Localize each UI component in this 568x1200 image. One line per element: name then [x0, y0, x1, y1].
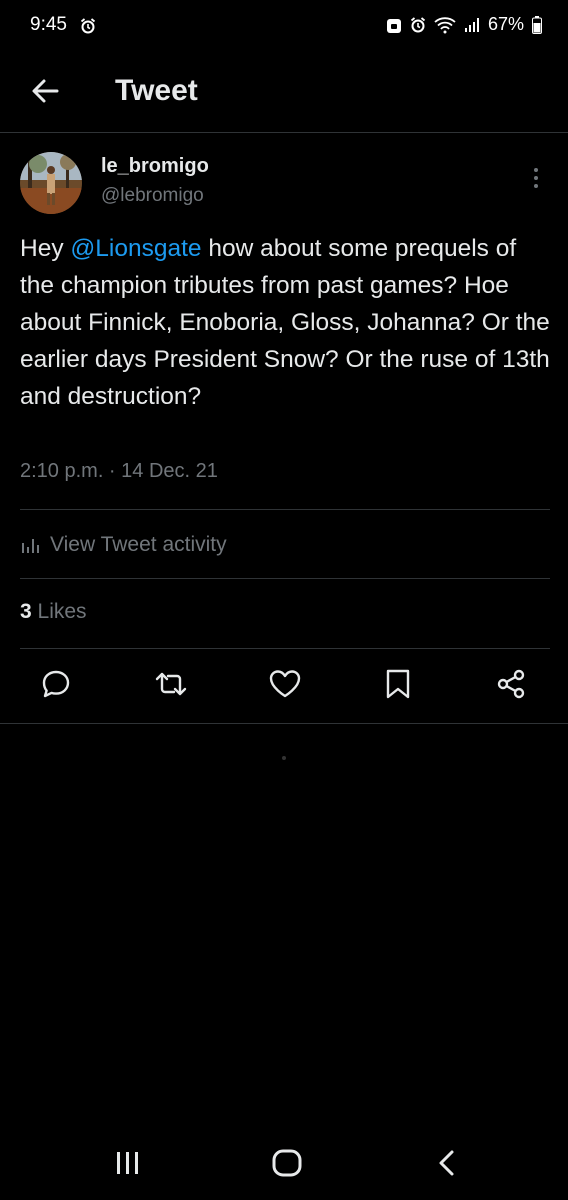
divider: [20, 578, 550, 579]
tweet-timestamp: 2:10 p.m. · 14 Dec. 21: [20, 460, 218, 482]
alarm-icon: [410, 16, 426, 32]
loading-dot: [282, 756, 286, 760]
reply-icon[interactable]: [38, 666, 74, 702]
tweet-text: Hey @Lionsgate how about some prequels o…: [20, 230, 550, 415]
battery-percent: 67%: [487, 14, 524, 34]
back-nav-icon[interactable]: [434, 1148, 460, 1178]
tweet-action-bar: [0, 666, 568, 708]
avatar[interactable]: [20, 152, 82, 214]
status-time: 9:45: [30, 14, 67, 35]
like-heart-icon[interactable]: [267, 666, 303, 702]
page-title: Tweet: [115, 74, 198, 107]
divider: [20, 648, 550, 649]
likes-label: Likes: [37, 600, 87, 623]
status-icons: 67%: [386, 14, 542, 35]
avatar-image: [20, 152, 82, 214]
mention-link[interactable]: @Lionsgate: [70, 235, 201, 262]
top-app-bar: Tweet: [0, 56, 568, 133]
home-icon[interactable]: [270, 1148, 304, 1178]
signal-icon: [464, 17, 479, 32]
likes-count[interactable]: 3 Likes: [20, 600, 87, 624]
recent-apps-icon[interactable]: [114, 1148, 142, 1178]
author-display-name[interactable]: le_bromigo: [101, 155, 209, 178]
tweet-text-start: Hey: [20, 235, 71, 262]
bookmark-icon[interactable]: [380, 666, 416, 702]
more-options-icon[interactable]: [526, 164, 546, 192]
retweet-icon[interactable]: [153, 666, 189, 702]
back-arrow-icon[interactable]: [30, 76, 60, 106]
view-tweet-activity-button[interactable]: View Tweet activity: [20, 528, 227, 562]
divider: [0, 723, 568, 724]
system-navigation-bar: [0, 1130, 568, 1200]
share-icon[interactable]: [493, 666, 529, 702]
alarm-icon: [80, 18, 96, 34]
likes-number: 3: [20, 600, 32, 623]
lock-notification-icon: [386, 18, 401, 33]
analytics-icon: [22, 539, 39, 553]
battery-icon: [532, 15, 542, 34]
wifi-icon: [434, 16, 456, 33]
author-handle[interactable]: @lebromigo: [101, 185, 204, 207]
divider: [20, 509, 550, 510]
view-tweet-activity-label: View Tweet activity: [50, 533, 227, 556]
status-bar: 9:45 67%: [0, 0, 568, 56]
